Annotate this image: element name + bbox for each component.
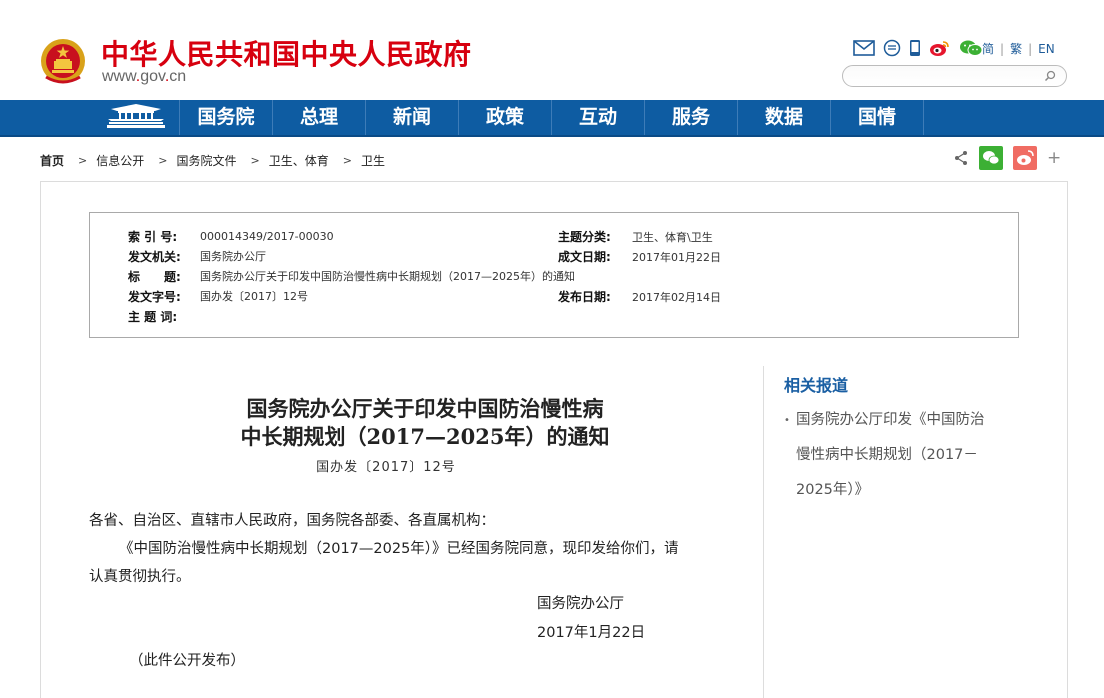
article-salutation: 各省、自治区、直辖市人民政府，国务院各部委、各直属机构： — [89, 513, 495, 529]
share-bar: + — [953, 146, 1061, 170]
breadcrumb-state-council-docs[interactable]: 国务院文件 — [176, 152, 236, 169]
article-body-line: 认真贯彻执行。 — [89, 569, 191, 585]
main-nav: 国务院 总理 新闻 政策 互动 服务 数据 国情 — [0, 100, 1104, 137]
article-title: 国务院办公厅关于印发中国防治慢性病 中长期规划（2017—2025年）的通知 — [90, 395, 760, 451]
nav-item-premier[interactable]: 总理 — [273, 100, 366, 135]
meta-label: 主题分类: — [558, 230, 611, 244]
nav-item-news[interactable]: 新闻 — [366, 100, 459, 135]
nav-item-policy[interactable]: 政策 — [459, 100, 552, 135]
search-input[interactable] — [853, 69, 1038, 83]
related-reports-title: 相关报道 — [784, 376, 849, 395]
national-emblem-icon[interactable] — [40, 37, 86, 85]
domain-prefix: www — [102, 68, 136, 85]
search-box — [842, 65, 1067, 87]
breadcrumb-info-disclosure[interactable]: 信息公开 — [96, 152, 144, 169]
article-title-line: 中长期规划（2017—2025年）的通知 — [240, 424, 610, 449]
breadcrumb-health[interactable]: 卫生 — [361, 152, 385, 169]
chevron-right-icon: > — [250, 154, 260, 167]
nav-item-interaction[interactable]: 互动 — [552, 100, 645, 135]
chevron-right-icon: > — [158, 154, 168, 167]
article-title-line: 国务院办公厅关于印发中国防治慢性病 — [246, 396, 604, 421]
weibo-share-icon[interactable] — [1013, 146, 1037, 170]
lang-divider: | — [1000, 41, 1005, 56]
more-share-icon[interactable]: + — [1047, 148, 1061, 168]
site-domain: www.gov.cn — [102, 68, 186, 86]
language-switcher: 简 | 繁 | EN — [982, 40, 1055, 57]
nav-item-national-info[interactable]: 国情 — [831, 100, 924, 135]
site-header: 中华人民共和国中央人民政府 www.gov.cn 简 | 繁 | EN — [0, 0, 1104, 100]
article-body-line: 《中国防治慢性病中长期规划（2017—2025年）》已经国务院同意，现印发给你们… — [119, 541, 679, 557]
lang-divider: | — [1028, 41, 1033, 56]
related-report-line: 慢性病中长期规划（2017－ — [796, 447, 978, 463]
column-divider — [763, 366, 764, 698]
meta-row: 标 题: 国务院办公厅关于印发中国防治慢性病中长期规划（2017—2025年）的… — [128, 268, 575, 284]
related-report-line: 2025年）》 — [796, 482, 870, 498]
breadcrumb: 首页 > 信息公开 > 国务院文件 > 卫生、体育 > 卫生 — [40, 152, 399, 169]
weibo-icon[interactable] — [929, 39, 951, 57]
breadcrumb-home[interactable]: 首页 — [40, 152, 64, 169]
breadcrumb-health-sports[interactable]: 卫生、体育 — [269, 152, 329, 169]
meta-value: 2017年02月14日 — [632, 291, 721, 304]
chevron-right-icon: > — [78, 154, 88, 167]
mobile-icon[interactable] — [909, 39, 921, 57]
related-report-line: 国务院办公厅印发《中国防治 — [796, 412, 985, 428]
wechat-share-icon[interactable] — [979, 146, 1003, 170]
nav-item-data[interactable]: 数据 — [738, 100, 831, 135]
article-signature: 国务院办公厅 — [537, 596, 624, 612]
meta-label: 索 引 号: — [128, 229, 178, 244]
lang-english[interactable]: EN — [1038, 42, 1055, 56]
meta-value: 国办发〔2017〕12号 — [200, 290, 308, 303]
meta-value: 2017年01月22日 — [632, 251, 721, 264]
meta-label: 主 题 词: — [128, 309, 178, 324]
meta-value: 卫生、体育\卫生 — [632, 231, 713, 244]
article-note: （此件公开发布） — [129, 653, 245, 669]
mail-icon[interactable] — [853, 40, 875, 56]
chevron-right-icon: > — [342, 154, 352, 167]
nav-list: 国务院 总理 新闻 政策 互动 服务 数据 国情 — [180, 100, 924, 135]
tiananmen-icon — [105, 103, 167, 133]
domain-tld: cn — [169, 68, 187, 85]
domain-name: gov — [140, 68, 165, 85]
meta-row: 主 题 词: — [128, 308, 200, 324]
article-date: 2017年1月22日 — [537, 625, 646, 641]
site-title[interactable]: 中华人民共和国中央人民政府 — [101, 33, 472, 73]
chat-bubble-icon[interactable] — [883, 39, 901, 57]
bullet-icon: • — [784, 415, 790, 426]
meta-label: 发布日期: — [558, 290, 611, 304]
lang-traditional[interactable]: 繁 — [1010, 40, 1022, 57]
meta-label: 标 题: — [128, 269, 181, 284]
meta-row: 发文字号: 国办发〔2017〕12号 — [128, 288, 308, 304]
header-tools — [853, 38, 991, 58]
related-report-link[interactable]: • 国务院办公厅印发《中国防治 慢性病中长期规划（2017－ 2025年）》 — [784, 403, 1014, 508]
meta-row: 发文机关: 国务院办公厅 — [128, 248, 266, 264]
meta-row: 索 引 号: 000014349/2017-00030 — [128, 228, 334, 244]
meta-value: 国务院办公厅关于印发中国防治慢性病中长期规划（2017—2025年）的通知 — [200, 270, 575, 283]
meta-label: 发文字号: — [128, 289, 181, 304]
share-icon[interactable] — [953, 150, 969, 166]
nav-item-services[interactable]: 服务 — [645, 100, 738, 135]
meta-label: 成文日期: — [558, 250, 611, 264]
meta-value: 000014349/2017-00030 — [200, 229, 334, 243]
document-metadata: 索 引 号: 000014349/2017-00030 发文机关: 国务院办公厅… — [89, 212, 1019, 338]
lang-simplified[interactable]: 简 — [982, 40, 994, 57]
article-doc-number: 国办发〔2017〕12号 — [316, 460, 456, 475]
meta-label: 发文机关: — [128, 249, 181, 264]
nav-home[interactable] — [92, 100, 180, 135]
meta-value: 国务院办公厅 — [200, 250, 266, 263]
wechat-icon[interactable] — [959, 39, 983, 57]
search-icon[interactable] — [1044, 70, 1056, 82]
nav-item-state-council[interactable]: 国务院 — [180, 100, 273, 135]
